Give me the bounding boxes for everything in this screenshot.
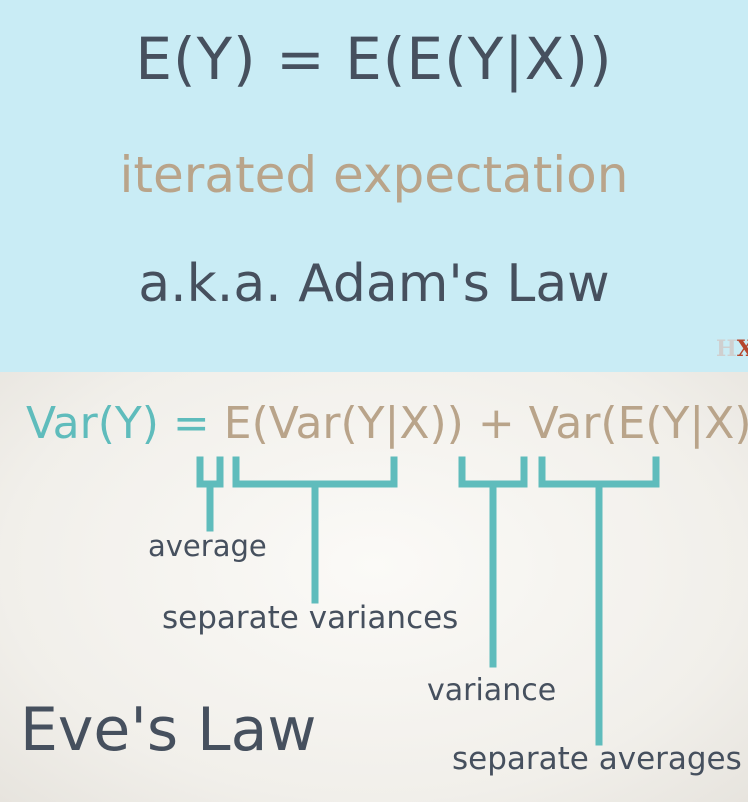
bracket-variance	[458, 456, 528, 668]
label-variance: variance	[427, 673, 557, 708]
label-separate-variances: separate variances	[162, 600, 459, 636]
eves-law-title: Eve's Law	[20, 695, 317, 765]
annotation-brackets	[196, 456, 660, 746]
bracket-average	[196, 456, 224, 532]
label-average: average	[148, 529, 267, 563]
label-separate-averages: separate averages	[452, 741, 742, 777]
bracket-separate-averages	[538, 456, 660, 746]
